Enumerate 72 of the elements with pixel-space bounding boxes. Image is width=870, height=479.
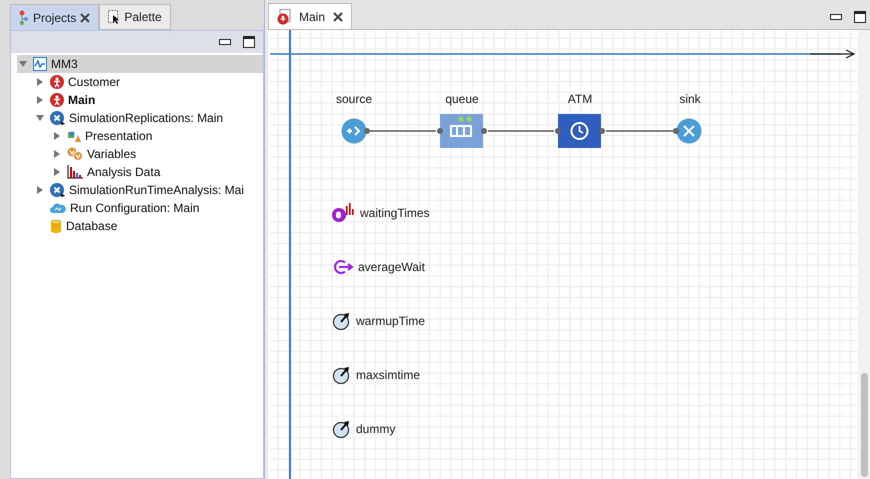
collapsed-triangle-icon[interactable] [53,132,61,140]
experiment-icon [50,183,65,197]
editor-tab[interactable]: Main [268,3,352,29]
collapsed-triangle-icon[interactable] [53,168,61,176]
gauge-icon [332,312,352,330]
scrollbar-thumb[interactable] [860,373,868,477]
tree-item-label: Presentation [85,128,152,145]
source-block-icon[interactable] [341,118,373,144]
dataset-icon [332,203,356,223]
element-label: warmupTime [356,313,425,330]
element-label: averageWait [358,259,425,276]
tree-item-label: Customer [68,74,120,91]
statistics-icon [332,259,354,275]
collapsed-triangle-icon[interactable] [36,78,44,86]
panel-tab[interactable]: Projects [10,4,100,30]
connector-line [370,130,436,132]
maximize-icon[interactable] [243,36,255,48]
tree-item[interactable]: Presentation [51,127,263,145]
tree-item-label: SimulationRunTimeAnalysis: Mai [69,182,244,199]
collapsed-triangle-icon[interactable] [36,186,44,194]
tree-item[interactable]: Database [34,217,263,235]
collapsed-triangle-icon[interactable] [53,150,61,158]
expanded-triangle-icon[interactable] [19,60,27,68]
connector-line [606,130,676,132]
cloud-icon [50,202,66,214]
tree-item[interactable]: SimulationReplications: Main [34,109,263,127]
delay-block-icon[interactable] [554,113,606,149]
tree-item-label: Main [68,92,96,109]
maximize-icon[interactable] [854,10,866,22]
project-tree-icon [19,10,29,26]
connector-line [488,130,554,132]
tree-item-label: SimulationReplications: Main [69,110,224,127]
expanded-triangle-icon[interactable] [36,114,44,122]
collapsed-triangle-icon[interactable] [36,96,44,104]
tree-item[interactable]: SimulationRunTimeAnalysis: Mai [34,181,263,199]
element-label: maxsimtime [356,367,420,384]
element-label: dummy [356,421,396,438]
block-label: queue [445,91,479,108]
model-icon [33,57,47,71]
experiment-icon [50,111,65,125]
person-icon [50,93,64,107]
tree-item[interactable]: MM3 [17,55,263,73]
database-icon [50,218,62,234]
presentation-icon [67,129,81,143]
minimize-icon[interactable] [219,39,231,45]
block-label: source [336,91,372,108]
tree-item[interactable]: Variables [51,145,263,163]
tree-item-label: Variables [87,146,136,163]
sink-block-icon[interactable] [673,118,703,144]
tree-item[interactable]: Customer [34,73,263,91]
tree-item-label: Run Configuration: Main [70,200,200,217]
tree-item-label: Database [66,218,118,235]
element-label: waitingTimes [360,205,430,222]
tree-item-label: Analysis Data [87,164,160,181]
tree-item[interactable]: Main [34,91,263,109]
gauge-icon [332,366,352,384]
panel-tab[interactable]: Palette [99,4,171,30]
block-label: ATM [568,91,592,108]
block-label: sink [679,91,701,108]
tree-item-label: MM3 [51,56,78,73]
bar-chart-icon [67,165,83,179]
queue-block-icon[interactable] [436,113,488,149]
close-icon[interactable] [80,12,90,22]
palette-cursor-icon [108,10,120,24]
agent-file-icon [277,8,291,24]
tree-item[interactable]: Analysis Data [51,163,263,181]
person-icon [50,75,64,89]
tree-item[interactable]: Run Configuration: Main [34,199,263,217]
minimize-icon[interactable] [830,14,842,20]
gauge-icon [332,420,352,438]
variables-icon [67,147,83,161]
close-icon[interactable] [333,12,344,22]
